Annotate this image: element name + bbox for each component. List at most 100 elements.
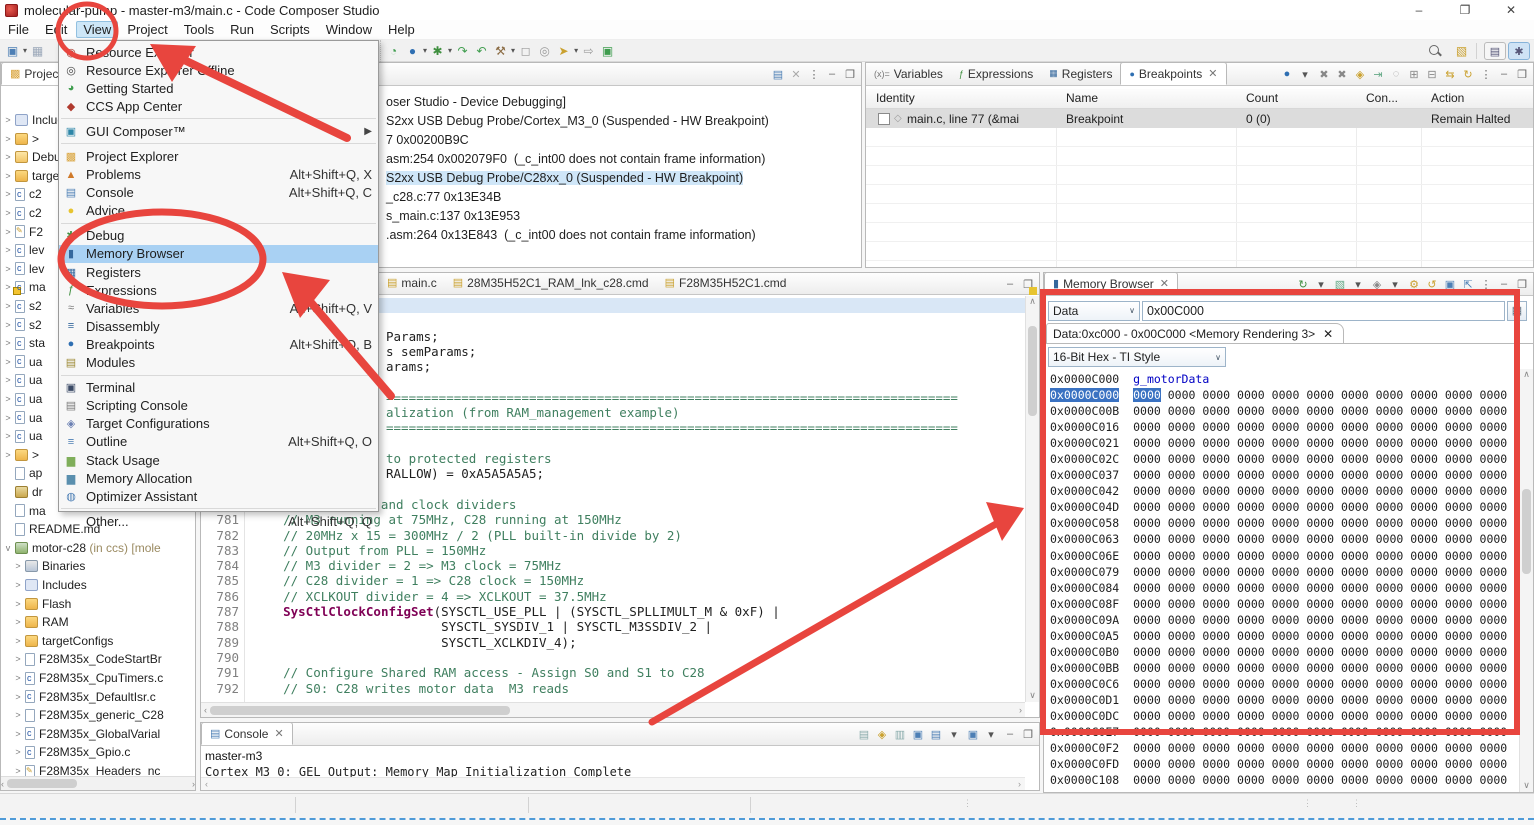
- collapsed-arrow-icon[interactable]: >: [13, 654, 23, 664]
- memory-row[interactable]: 0x0000C0C6 0000 0000 0000 0000 0000 0000…: [1050, 676, 1517, 692]
- view-menu-item-ccs-app-center[interactable]: ◆CCS App Center: [59, 97, 378, 115]
- memory-row[interactable]: 0x0000C058 0000 0000 0000 0000 0000 0000…: [1050, 515, 1517, 531]
- memory-dump[interactable]: 0x0000C000 g_motorData0x0000C000 0000 00…: [1050, 371, 1517, 788]
- menu-project[interactable]: Project: [120, 21, 174, 38]
- collapsed-arrow-icon[interactable]: >: [13, 617, 23, 627]
- collapsed-arrow-icon[interactable]: >: [3, 338, 13, 348]
- close-button[interactable]: ✕: [1488, 0, 1534, 20]
- debug-context-line[interactable]: _c28.c:77 0x13E34B: [386, 190, 501, 204]
- tree-item[interactable]: dr: [3, 483, 43, 501]
- open-perspective-icon[interactable]: ▧: [1453, 43, 1470, 60]
- sync-icon[interactable]: ↻: [1460, 66, 1476, 82]
- collapsed-arrow-icon[interactable]: >: [3, 134, 13, 144]
- menu-edit[interactable]: Edit: [38, 21, 74, 38]
- view-menu-icon[interactable]: ⋮: [806, 66, 822, 82]
- column-header-name[interactable]: Name: [1066, 91, 1098, 105]
- view-menu-item-resource-explorer-offline[interactable]: ◎Resource Explorer Offline: [59, 61, 378, 79]
- code-line[interactable]: 791 // Configure Shared RAM access - Ass…: [201, 665, 1025, 680]
- debug-context-line[interactable]: S2xx USB Debug Probe/Cortex_M3_0 (Suspen…: [386, 114, 769, 128]
- console-hscrollbar[interactable]: ‹›: [201, 777, 1025, 790]
- editor-vscrollbar[interactable]: ∧ ∨: [1025, 296, 1039, 702]
- minimize-panel-icon[interactable]: –: [1496, 66, 1512, 82]
- close-tab-icon[interactable]: ✕: [1208, 67, 1217, 80]
- build-hammer-icon[interactable]: ⚒: [492, 42, 509, 59]
- dropdown-caret[interactable]: ▾: [423, 46, 427, 55]
- expand-all-icon[interactable]: ⊞: [1406, 66, 1422, 82]
- gears-icon[interactable]: ⚙: [1406, 276, 1422, 292]
- memory-space-select[interactable]: Data∨: [1048, 301, 1140, 321]
- tree-item[interactable]: >s2: [3, 316, 42, 334]
- memory-row[interactable]: 0x0000C084 0000 0000 0000 0000 0000 0000…: [1050, 580, 1517, 596]
- view-menu-item-problems[interactable]: ▲ProblemsAlt+Shift+Q, X: [59, 166, 378, 184]
- refresh-icon[interactable]: ↻: [1295, 276, 1311, 292]
- memory-row[interactable]: 0x0000C08F 0000 0000 0000 0000 0000 0000…: [1050, 596, 1517, 612]
- tree-item[interactable]: >F28M35x_CodeStartBr: [13, 650, 162, 668]
- memory-row[interactable]: 0x0000C0B0 0000 0000 0000 0000 0000 0000…: [1050, 644, 1517, 660]
- view-menu-item-variables[interactable]: ≈VariablesAlt+Shift+Q, V: [59, 299, 378, 317]
- collapsed-arrow-icon[interactable]: >: [3, 264, 13, 274]
- debug-context-line[interactable]: asm:254 0x002079F0 (_c_int00 does not co…: [386, 152, 765, 166]
- tree-item[interactable]: >Includes: [13, 576, 87, 594]
- tree-item[interactable]: >>: [3, 446, 39, 464]
- tab-variables[interactable]: (x)=Variables: [866, 62, 951, 85]
- collapsed-arrow-icon[interactable]: >: [3, 245, 13, 255]
- word-wrap-icon[interactable]: ▥: [892, 726, 908, 742]
- collapsed-arrow-icon[interactable]: >: [3, 208, 13, 218]
- memory-row[interactable]: 0x0000C0FD 0000 0000 0000 0000 0000 0000…: [1050, 756, 1517, 772]
- memory-row[interactable]: 0x0000C042 0000 0000 0000 0000 0000 0000…: [1050, 483, 1517, 499]
- step-over-icon[interactable]: ↶: [473, 42, 490, 59]
- tab-console[interactable]: ▤ Console ✕: [201, 722, 293, 745]
- view-menu-item-memory-browser[interactable]: ▮Memory Browser: [59, 245, 378, 263]
- expanded-arrow-icon[interactable]: v: [3, 543, 13, 553]
- tree-item[interactable]: >ua: [3, 409, 42, 427]
- memory-row[interactable]: 0x0000C0F2 0000 0000 0000 0000 0000 0000…: [1050, 740, 1517, 756]
- pin-console-icon[interactable]: ▣: [910, 726, 926, 742]
- new-window-icon[interactable]: ▣: [599, 42, 616, 59]
- step-into-icon[interactable]: ↷: [454, 42, 471, 59]
- debug-ball-icon[interactable]: ●: [404, 42, 421, 59]
- new-breakpoint-icon[interactable]: ●: [1279, 66, 1295, 82]
- scroll-right-icon[interactable]: ›: [192, 779, 195, 789]
- close-rendering-icon[interactable]: ✕: [1323, 327, 1333, 341]
- memory-address-input[interactable]: 0x00C000: [1142, 301, 1505, 321]
- console-view-icon[interactable]: ▤: [770, 66, 786, 82]
- breakpoint-checkbox[interactable]: [878, 113, 890, 125]
- code-line[interactable]: 789 SYSCTL_XCLKDIV_4);: [201, 635, 1025, 650]
- dropdown-caret[interactable]: ▾: [1313, 276, 1329, 292]
- dropdown-caret[interactable]: ▾: [23, 46, 27, 55]
- tree-item[interactable]: >Binaries: [13, 557, 85, 575]
- sync-icon[interactable]: ↺: [1424, 276, 1440, 292]
- collapsed-arrow-icon[interactable]: >: [3, 227, 13, 237]
- tab-registers[interactable]: ▦Registers: [1041, 62, 1120, 85]
- view-menu-icon[interactable]: ⋮: [1478, 276, 1494, 292]
- tree-item[interactable]: >F28M35x_DefaultIsr.c: [13, 688, 156, 706]
- view-menu-item-expressions[interactable]: ƒExpressions: [59, 281, 378, 299]
- dropdown-caret[interactable]: ▾: [946, 726, 962, 742]
- view-menu-item-console[interactable]: ▤ConsoleAlt+Shift+Q, C: [59, 184, 378, 202]
- clear-console-icon[interactable]: ▤: [856, 726, 872, 742]
- minimize-panel-icon[interactable]: –: [824, 66, 840, 82]
- link-debug-context-icon[interactable]: ⇆: [1442, 66, 1458, 82]
- new-tab-icon[interactable]: ▣: [1442, 276, 1458, 292]
- view-menu-item-scripting-console[interactable]: ▤Scripting Console: [59, 397, 378, 415]
- show-breakpoints-icon[interactable]: ◈: [1352, 66, 1368, 82]
- view-menu-item-gui-composer[interactable]: ▣GUI Composer™▶: [59, 122, 378, 140]
- launch-icon[interactable]: ◔: [385, 42, 402, 59]
- view-menu-icon[interactable]: ⋮: [1478, 66, 1494, 82]
- collapsed-arrow-icon[interactable]: >: [3, 282, 13, 292]
- dropdown-caret[interactable]: ▾: [983, 726, 999, 742]
- memory-vscrollbar[interactable]: ∧ ∨: [1519, 369, 1533, 792]
- code-line[interactable]: 786 // XCLKOUT divider = 4 => XCLKOUT = …: [201, 589, 1025, 604]
- tree-item[interactable]: >s2: [3, 297, 42, 315]
- skip-all-icon[interactable]: ◌: [1388, 66, 1404, 82]
- collapsed-arrow-icon[interactable]: >: [13, 747, 23, 757]
- view-menu-item-breakpoints[interactable]: ●BreakpointsAlt+Shift+Q, B: [59, 335, 378, 353]
- tree-item[interactable]: >F28M35x_Gpio.c: [13, 743, 130, 761]
- memory-format-select[interactable]: 16-Bit Hex - TI Style∨: [1048, 347, 1226, 367]
- restore-button[interactable]: ❐: [1442, 0, 1488, 20]
- debug-context-line[interactable]: oser Studio - Device Debugging]: [386, 95, 566, 109]
- collapsed-arrow-icon[interactable]: >: [3, 152, 13, 162]
- collapsed-arrow-icon[interactable]: >: [3, 375, 13, 385]
- tree-item[interactable]: ap: [3, 464, 42, 482]
- minimize-panel-icon[interactable]: –: [1496, 276, 1512, 292]
